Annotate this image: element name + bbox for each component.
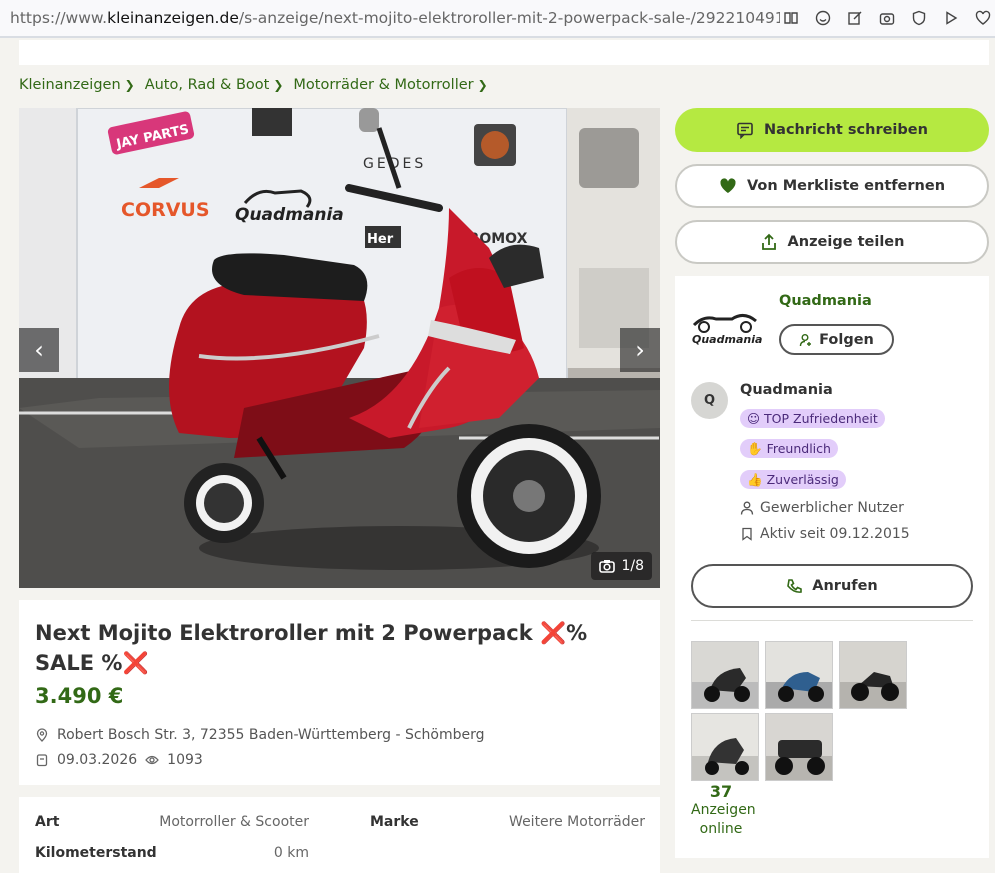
seller-ad-thumbnail[interactable] — [691, 713, 759, 781]
seller-ad-thumbnail[interactable] — [765, 641, 833, 709]
shop-name[interactable]: Quadmania — [779, 293, 872, 309]
badge-reliable: 👍 Zuverlässig — [740, 470, 846, 489]
listing-summary: Next Mojito Elektroroller mit 2 Powerpac… — [19, 600, 660, 785]
photo-counter: 1/8 — [591, 552, 652, 580]
breadcrumb: Kleinanzeigen ❯ Auto, Rad & Boot ❯ Motorrä… — [19, 77, 488, 93]
play-icon[interactable] — [943, 10, 959, 26]
badge-top-satisfaction: ☺ TOP Zufriedenheit — [740, 409, 885, 428]
ads-online-link[interactable]: 37 Anzeigen online — [691, 782, 756, 839]
svg-text:Quadmania: Quadmania — [235, 205, 344, 225]
call-button[interactable]: Anrufen — [691, 564, 973, 608]
screenshot-icon[interactable] — [879, 10, 895, 26]
thumbs-up-icon: 👍 — [747, 471, 763, 487]
shop-logo[interactable]: Quadmania — [690, 311, 762, 347]
chevron-right-icon: › — [635, 336, 645, 364]
detail-key-marke: Marke — [370, 814, 419, 830]
edit-icon[interactable] — [847, 10, 863, 26]
listing-title: Next Mojito Elektroroller mit 2 Powerpac… — [35, 621, 588, 675]
date-views-row: 09.03.2026 1093 — [35, 752, 203, 768]
scooter-photo: JAY PARTS CORVUS Quadmania GEDES TROMOX … — [19, 108, 660, 588]
divider — [691, 620, 973, 621]
active-since-row: Aktiv seit 09.12.2015 — [740, 526, 910, 542]
chevron-right-icon: ❯ — [477, 78, 488, 92]
smile-icon: ☺ — [747, 411, 761, 426]
share-ad-button[interactable]: Anzeige teilen — [675, 220, 989, 264]
detail-value-kilometerstand: 0 km — [273, 845, 309, 861]
seller-card: Quadmania Quadmania Folgen Q Quadmania ☺… — [675, 276, 989, 858]
detail-value-marke: Weitere Motorräder — [509, 814, 645, 830]
listing-price: 3.490 € — [35, 684, 124, 708]
emoji-icon[interactable] — [815, 10, 831, 26]
detail-value-art: Motorroller & Scooter — [159, 814, 309, 830]
detail-key-art: Art — [35, 814, 60, 830]
location-pin-icon — [36, 728, 48, 742]
seller-ad-thumbnail[interactable] — [839, 641, 907, 709]
add-user-icon — [799, 333, 812, 346]
send-message-button[interactable]: Nachricht schreiben — [675, 108, 989, 152]
shield-icon[interactable] — [911, 10, 927, 26]
bookmark-icon — [742, 527, 752, 541]
chevron-right-icon: ❯ — [273, 78, 284, 92]
url-text[interactable]: https://www.kleinanzeigen.de/s-anzeige/n… — [10, 9, 780, 27]
user-name[interactable]: Quadmania — [740, 382, 833, 398]
heart-icon[interactable] — [975, 10, 991, 26]
phone-icon — [787, 579, 803, 593]
breadcrumb-item-motorraeder[interactable]: Motorräder & Motorroller ❯ — [293, 77, 487, 93]
chat-icon — [737, 122, 753, 139]
reader-view-icon[interactable] — [783, 10, 799, 26]
seller-ad-thumbnail[interactable] — [691, 641, 759, 709]
heart-icon — [720, 178, 736, 193]
remove-watchlist-button[interactable]: Von Merkliste entfernen — [675, 164, 989, 208]
svg-text:Quadmania: Quadmania — [692, 333, 762, 346]
share-icon — [761, 233, 776, 250]
person-icon — [740, 501, 754, 515]
calendar-icon — [36, 754, 48, 767]
badge-friendly: ✋ Freundlich — [740, 439, 838, 458]
browser-url-bar[interactable]: https://www.kleinanzeigen.de/s-anzeige/n… — [0, 0, 995, 38]
follow-button[interactable]: Folgen — [779, 324, 894, 355]
chevron-left-icon: ‹ — [34, 336, 44, 364]
camera-icon — [599, 560, 616, 573]
breadcrumb-item-auto[interactable]: Auto, Rad & Boot ❯ — [145, 77, 284, 93]
svg-text:CORVUS: CORVUS — [121, 199, 210, 221]
handshake-icon: ✋ — [747, 440, 763, 456]
avatar[interactable]: Q — [691, 382, 728, 419]
header-strip — [19, 40, 989, 65]
location-row: Robert Bosch Str. 3, 72355 Baden-Württem… — [35, 727, 485, 743]
eye-icon — [145, 755, 160, 765]
user-type-row: Gewerblicher Nutzer — [740, 500, 904, 516]
image-gallery[interactable]: JAY PARTS CORVUS Quadmania GEDES TROMOX … — [19, 108, 660, 588]
chevron-right-icon: ❯ — [124, 78, 135, 92]
listing-details: Art Motorroller & Scooter Marke Weitere … — [19, 797, 660, 873]
gallery-next-button[interactable]: › — [620, 328, 660, 372]
breadcrumb-item-kleinanzeigen[interactable]: Kleinanzeigen ❯ — [19, 77, 135, 93]
gallery-prev-button[interactable]: ‹ — [19, 328, 59, 372]
seller-ad-thumbnail[interactable] — [765, 713, 833, 781]
svg-text:Her: Her — [367, 232, 394, 247]
